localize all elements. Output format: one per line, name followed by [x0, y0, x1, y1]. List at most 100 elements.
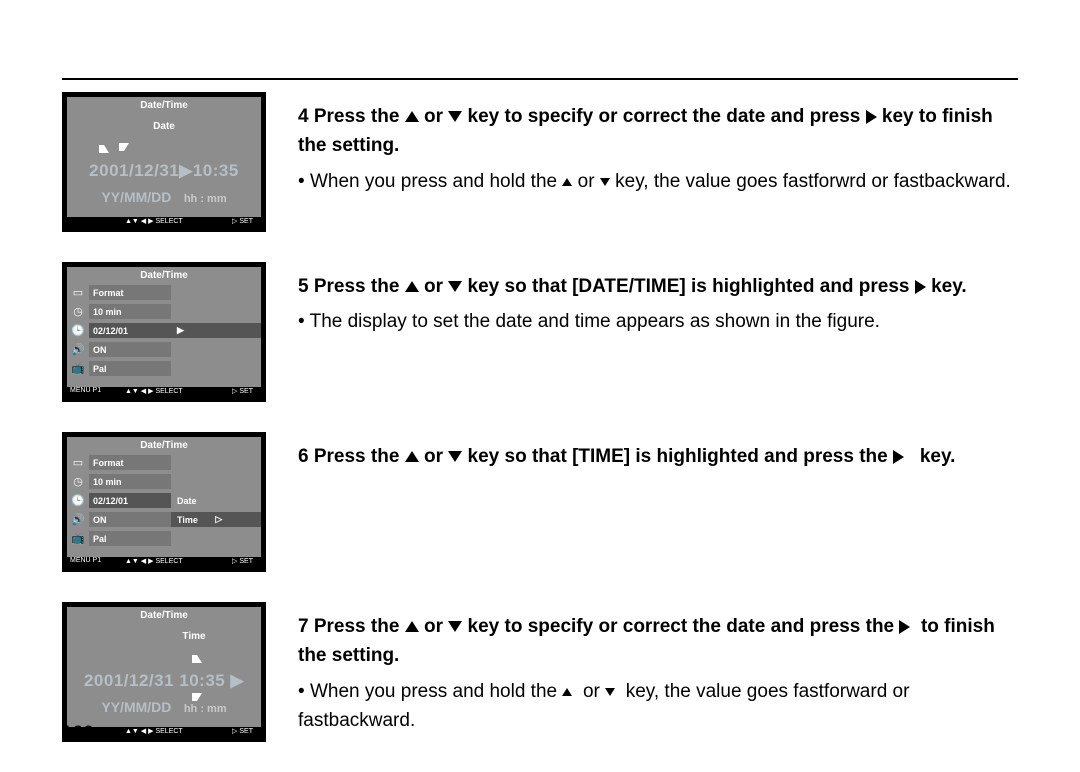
- screen-title: Date/Time: [67, 100, 261, 111]
- camera-screen-submenu: Date/Time ▭Format ◷10 min 🕒02/12/01Date …: [62, 432, 266, 572]
- content-area: Date/Time Date 2001/12/31▶10:35 YY/MM/DD…: [62, 92, 1018, 772]
- format-time: hh : mm: [184, 193, 227, 205]
- right-triangle-icon: [915, 280, 926, 294]
- timer-icon: ◷: [67, 475, 89, 488]
- submenu-arrow: ▶: [171, 323, 261, 338]
- camera-screen-time: Date/Time Time 2001/12/31 10:35 ▶ YY/MM/…: [62, 602, 266, 742]
- screen-title: Date/Time: [67, 270, 261, 281]
- top-rule: [62, 78, 1018, 80]
- down-triangle-icon: [448, 621, 462, 632]
- format-line: YY/MM/DD hh : mm: [67, 189, 261, 207]
- item-label: Pal: [89, 531, 171, 546]
- down-triangle-icon: [448, 451, 462, 462]
- format-time: hh : mm: [184, 703, 227, 715]
- step-text: 6 Press the or key so that [TIME] is hig…: [298, 442, 1018, 471]
- list-item: 🕒02/12/01▶: [67, 321, 261, 340]
- card-icon: ▭: [67, 456, 89, 469]
- footer-set: ▷ SET: [232, 217, 253, 225]
- up-triangle-icon: [405, 281, 419, 292]
- screen-title: Date/Time: [67, 610, 261, 621]
- step-number: 6: [298, 446, 309, 467]
- down-triangle-icon: [448, 281, 462, 292]
- screen-sublabel: Date: [67, 121, 261, 132]
- footer-menu: MENU P1: [70, 557, 101, 564]
- speaker-icon: 🔊: [67, 513, 89, 526]
- menu-list: ▭Format ◷10 min 🕒02/12/01▶ 🔊ON 📺Pal: [67, 283, 261, 378]
- item-label: 10 min: [89, 304, 171, 319]
- timer-icon: ◷: [67, 305, 89, 318]
- right-triangle-icon: [866, 110, 877, 124]
- camera-screen-menu: Date/Time ▭Format ◷10 min 🕒02/12/01▶ 🔊ON…: [62, 262, 266, 402]
- up-triangle-icon: [405, 451, 419, 462]
- item-label: 10 min: [89, 474, 171, 489]
- format-date: YY/MM/DD: [101, 189, 171, 205]
- right-triangle-icon: [899, 620, 910, 634]
- step-body: • When you press and hold the or key, th…: [298, 167, 1018, 196]
- menu-list: ▭Format ◷10 min 🕒02/12/01Date 🔊ONTime ▷ …: [67, 453, 261, 548]
- step-heading: 7 Press the or key to specify or correct…: [298, 612, 1018, 671]
- step-6: Date/Time ▭Format ◷10 min 🕒02/12/01Date …: [62, 432, 1018, 582]
- step-text: 5 Press the or key so that [DATE/TIME] i…: [298, 272, 1018, 337]
- step-4: Date/Time Date 2001/12/31▶10:35 YY/MM/DD…: [62, 92, 1018, 242]
- item-label: ON: [89, 342, 171, 357]
- step-number: 5: [298, 276, 309, 297]
- format-line: YY/MM/DD hh : mm: [67, 699, 261, 717]
- item-label: 02/12/01: [89, 323, 171, 338]
- up-triangle-icon: [405, 111, 419, 122]
- down-triangle-icon: [605, 688, 615, 696]
- screen-bezel: Date/Time ▭Format ◷10 min 🕒02/12/01▶ 🔊ON…: [67, 267, 261, 397]
- up-arrow-icon: [99, 141, 109, 155]
- list-item: 🔊ONTime ▷: [67, 510, 261, 529]
- camera-screen-date: Date/Time Date 2001/12/31▶10:35 YY/MM/DD…: [62, 92, 266, 232]
- step-heading: 6 Press the or key so that [TIME] is hig…: [298, 442, 1018, 471]
- list-item: ▭Format: [67, 283, 261, 302]
- screen-footer: MENU P1 ▲▼ ◀ ▶ SELECT ▷ SET: [67, 557, 261, 567]
- screen-footer: MENU P1 ▲▼ ◀ ▶ SELECT ▷ SET: [67, 387, 261, 397]
- screen-bezel: Date/Time Time 2001/12/31 10:35 ▶ YY/MM/…: [67, 607, 261, 737]
- footer-set: ▷ SET: [232, 727, 253, 735]
- footer-select: ▲▼ ◀ ▶ SELECT: [125, 217, 183, 225]
- step-number: 4: [298, 106, 309, 127]
- step-text: 7 Press the or key to specify or correct…: [298, 612, 1018, 736]
- up-triangle-icon: [405, 621, 419, 632]
- page-number: 122: [62, 723, 94, 745]
- date-readout: 2001/12/31▶10:35: [67, 161, 261, 181]
- up-triangle-icon: [562, 688, 572, 696]
- step-text: 4 Press the or key to specify or correct…: [298, 102, 1018, 196]
- list-item: 🕒02/12/01Date: [67, 491, 261, 510]
- screen-footer: ▲▼ ◀ ▶ SELECT ▷ SET: [67, 727, 261, 737]
- clock-icon: 🕒: [67, 324, 89, 337]
- step-body: • When you press and hold the or key, th…: [298, 677, 1018, 736]
- down-triangle-icon: [448, 111, 462, 122]
- list-item: 📺Pal: [67, 359, 261, 378]
- tv-icon: 📺: [67, 362, 89, 375]
- submenu-label: Date: [171, 493, 261, 508]
- screen-sublabel: Time: [67, 631, 261, 642]
- list-item: ◷10 min: [67, 302, 261, 321]
- up-arrow-icon: [192, 651, 202, 665]
- speaker-icon: 🔊: [67, 343, 89, 356]
- item-label: Format: [89, 285, 171, 300]
- item-label: Pal: [89, 361, 171, 376]
- screen-bezel: Date/Time Date 2001/12/31▶10:35 YY/MM/DD…: [67, 97, 261, 227]
- footer-set: ▷ SET: [232, 387, 253, 395]
- list-item: 🔊ON: [67, 340, 261, 359]
- down-arrow-icon: [119, 139, 129, 153]
- footer-select: ▲▼ ◀ ▶ SELECT: [125, 387, 183, 395]
- clock-icon: 🕒: [67, 494, 89, 507]
- screen-title: Date/Time: [67, 440, 261, 451]
- step-heading: 5 Press the or key so that [DATE/TIME] i…: [298, 272, 1018, 301]
- tv-icon: 📺: [67, 532, 89, 545]
- list-item: ◷10 min: [67, 472, 261, 491]
- footer-menu: MENU P1: [70, 387, 101, 394]
- step-number: 7: [298, 616, 309, 637]
- list-item: 📺Pal: [67, 529, 261, 548]
- down-triangle-icon: [600, 178, 610, 186]
- submenu-label-selected: Time ▷: [171, 512, 261, 527]
- card-icon: ▭: [67, 286, 89, 299]
- footer-set: ▷ SET: [232, 557, 253, 565]
- footer-select: ▲▼ ◀ ▶ SELECT: [125, 557, 183, 565]
- item-label: Format: [89, 455, 171, 470]
- footer-select: ▲▼ ◀ ▶ SELECT: [125, 727, 183, 735]
- format-date: YY/MM/DD: [101, 699, 171, 715]
